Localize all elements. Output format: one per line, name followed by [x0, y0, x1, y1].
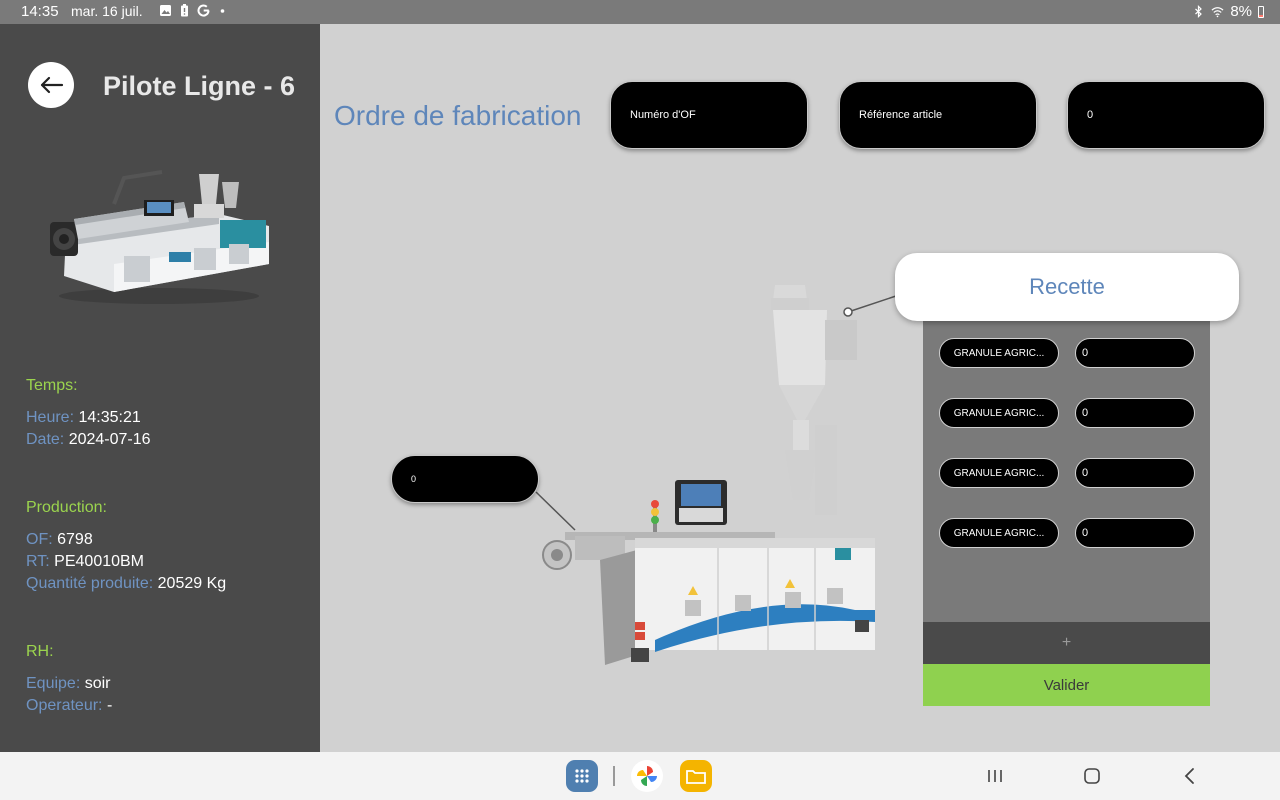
extruder-image: [542, 285, 875, 665]
machine-value-field[interactable]: 0: [391, 455, 539, 503]
wifi-icon: [1211, 7, 1224, 18]
battery-saver-icon: [181, 4, 188, 17]
article-reference-placeholder: Référence article: [859, 109, 943, 121]
article-reference-field[interactable]: Référence article: [839, 81, 1037, 149]
ingredient-name-1[interactable]: GRANULE AGRIC...: [939, 338, 1059, 368]
ingredient-qty-3[interactable]: 0: [1075, 458, 1195, 488]
quantity-value: 0: [1087, 109, 1094, 121]
status-time: 14:35: [21, 3, 59, 20]
system-back-button[interactable]: [1179, 764, 1201, 788]
sidebar: Pilote Ligne - 6 Temps: Heure: 14:35:21 …: [0, 24, 320, 752]
equipe-label: Equipe:: [26, 675, 81, 692]
recipe-title: Recette: [895, 253, 1239, 321]
equipe-value: soir: [84, 675, 111, 692]
notification-icons: [159, 4, 229, 17]
of-value: 6798: [57, 531, 93, 548]
arrow-left-icon: [40, 76, 64, 94]
rh-heading: RH:: [26, 643, 54, 660]
navigation-bar: [0, 752, 1280, 800]
chevron-left-icon: [1184, 768, 1194, 784]
of-number-placeholder: Numéro d'OF: [630, 109, 696, 121]
qty-label: Quantité produite:: [26, 575, 154, 592]
operateur-label: Operateur:: [26, 697, 103, 714]
main-title: Ordre de fabrication: [334, 100, 582, 131]
qty-row: Quantité produite: 20529 Kg: [26, 575, 226, 593]
ingredient-name-4[interactable]: GRANULE AGRIC...: [939, 518, 1059, 548]
heure-row: Heure: 14:35:21: [26, 409, 141, 427]
rt-row: RT: PE40010BM: [26, 553, 144, 571]
production-heading: Production:: [26, 499, 107, 516]
bluetooth-icon: [1195, 5, 1203, 18]
equipe-row: Equipe: soir: [26, 675, 111, 693]
folder-icon: [686, 770, 706, 784]
machine-value: 0: [411, 474, 417, 484]
recents-button[interactable]: [984, 764, 1006, 788]
page-title: Pilote Ligne - 6: [103, 71, 296, 101]
qty-value: 20529 Kg: [157, 575, 227, 592]
home-icon: [1084, 768, 1100, 784]
heure-label: Heure:: [26, 409, 75, 426]
status-bar: 14:35 mar. 16 juil. 8%: [0, 0, 1280, 24]
date-value: 2024-07-16: [68, 431, 151, 448]
ingredient-name-2[interactable]: GRANULE AGRIC...: [939, 398, 1059, 428]
app-grid-icon: [575, 769, 589, 783]
date-row: Date: 2024-07-16: [26, 431, 151, 449]
photos-app-button[interactable]: [631, 760, 663, 792]
rt-value: PE40010BM: [54, 553, 145, 570]
files-app-button[interactable]: [680, 760, 712, 792]
of-row: OF: 6798: [26, 531, 93, 549]
temps-heading: Temps:: [26, 377, 78, 394]
ingredient-name-3[interactable]: GRANULE AGRIC...: [939, 458, 1059, 488]
ingredient-qty-1[interactable]: 0: [1075, 338, 1195, 368]
status-date: mar. 16 juil.: [71, 3, 143, 19]
add-ingredient-button[interactable]: +: [923, 622, 1210, 664]
ingredient-qty-2[interactable]: 0: [1075, 398, 1195, 428]
production-line-image: [50, 170, 269, 304]
quantity-field[interactable]: 0: [1067, 81, 1265, 149]
google-icon: [197, 4, 210, 17]
heure-value: 14:35:21: [78, 409, 141, 426]
operateur-value: -: [106, 697, 113, 714]
operateur-row: Operateur: -: [26, 697, 112, 715]
app-drawer-button[interactable]: [566, 760, 598, 792]
dock-divider: [613, 766, 615, 786]
validate-button[interactable]: Valider: [923, 664, 1210, 706]
ingredient-qty-4[interactable]: 0: [1075, 518, 1195, 548]
of-number-field[interactable]: Numéro d'OF: [610, 81, 808, 149]
of-label: OF:: [26, 531, 53, 548]
battery-percent: 8%: [1230, 3, 1252, 20]
back-button[interactable]: [28, 62, 74, 108]
pinwheel-icon: [637, 766, 657, 786]
dot-icon: [220, 9, 225, 13]
date-label: Date:: [26, 431, 65, 448]
battery-icon: [1258, 5, 1264, 18]
gallery-icon: [160, 5, 171, 16]
home-button[interactable]: [1081, 764, 1103, 788]
rt-label: RT:: [26, 553, 50, 570]
recents-icon: [988, 770, 1002, 782]
